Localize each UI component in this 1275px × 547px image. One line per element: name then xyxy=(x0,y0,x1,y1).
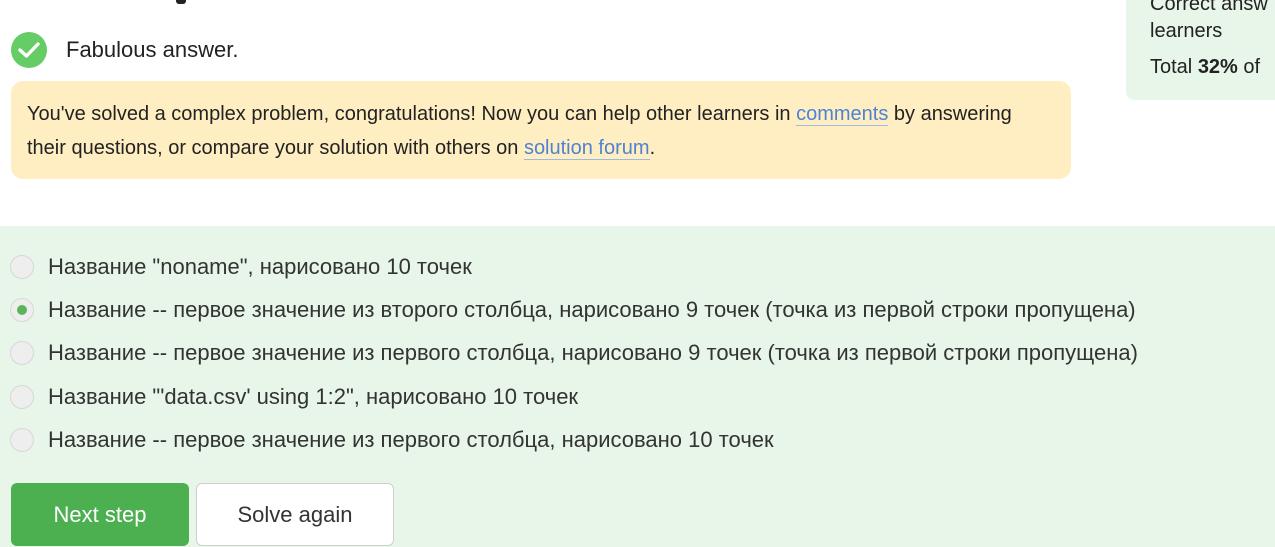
option-label: Название "noname", нарисовано 10 точек xyxy=(48,254,472,279)
option-4[interactable]: Название "'data.csv' using 1:2", нарисов… xyxy=(10,382,578,412)
option-label: Название -- первое значение из первого с… xyxy=(48,340,1138,365)
option-label: Название -- первое значение из второго с… xyxy=(48,297,1136,322)
congratulations-note: You've solved a complex problem, congrat… xyxy=(11,81,1071,179)
step-title-fragment xyxy=(176,0,186,4)
checkmark-icon xyxy=(11,32,47,68)
option-label: Название "'data.csv' using 1:2", нарисов… xyxy=(48,384,579,409)
result-header: Fabulous answer. xyxy=(11,32,238,68)
stats-card: Correct answ learners Total 32% of xyxy=(1126,0,1275,100)
stats-total-line: Total 32% of xyxy=(1150,55,1260,79)
page: Correct answ learners Total 32% of Fabul… xyxy=(0,0,1275,547)
option-label: Название -- первое значение из первого с… xyxy=(48,427,774,452)
option-5[interactable]: Название -- первое значение из первого с… xyxy=(10,425,774,455)
stats-correct-answers-line: Correct answ xyxy=(1150,0,1268,15)
result-text: Fabulous answer. xyxy=(66,37,239,62)
stats-learners-line: learners xyxy=(1150,20,1223,42)
note-text-end: . xyxy=(649,137,656,159)
radio-button-selected[interactable] xyxy=(10,298,34,322)
stats-total-suffix: of xyxy=(1237,56,1261,78)
solve-again-button[interactable]: Solve again xyxy=(196,483,394,546)
option-3[interactable]: Название -- первое значение из первого с… xyxy=(10,338,1138,368)
radio-button[interactable] xyxy=(10,255,34,279)
comments-link[interactable]: comments xyxy=(796,103,889,126)
radio-button[interactable] xyxy=(10,428,34,452)
note-text-1: You've solved a complex problem, congrat… xyxy=(27,103,797,125)
solution-forum-link[interactable]: solution forum xyxy=(523,137,650,160)
stats-total-percent: 32% xyxy=(1197,56,1238,78)
option-2[interactable]: Название -- первое значение из второго с… xyxy=(10,295,1136,325)
next-step-button[interactable]: Next step xyxy=(11,483,189,546)
radio-dot-icon xyxy=(17,305,27,315)
radio-button[interactable] xyxy=(10,385,34,409)
stats-total-prefix: Total xyxy=(1150,56,1198,78)
option-1[interactable]: Название "noname", нарисовано 10 точек xyxy=(10,252,472,282)
radio-button[interactable] xyxy=(10,341,34,365)
